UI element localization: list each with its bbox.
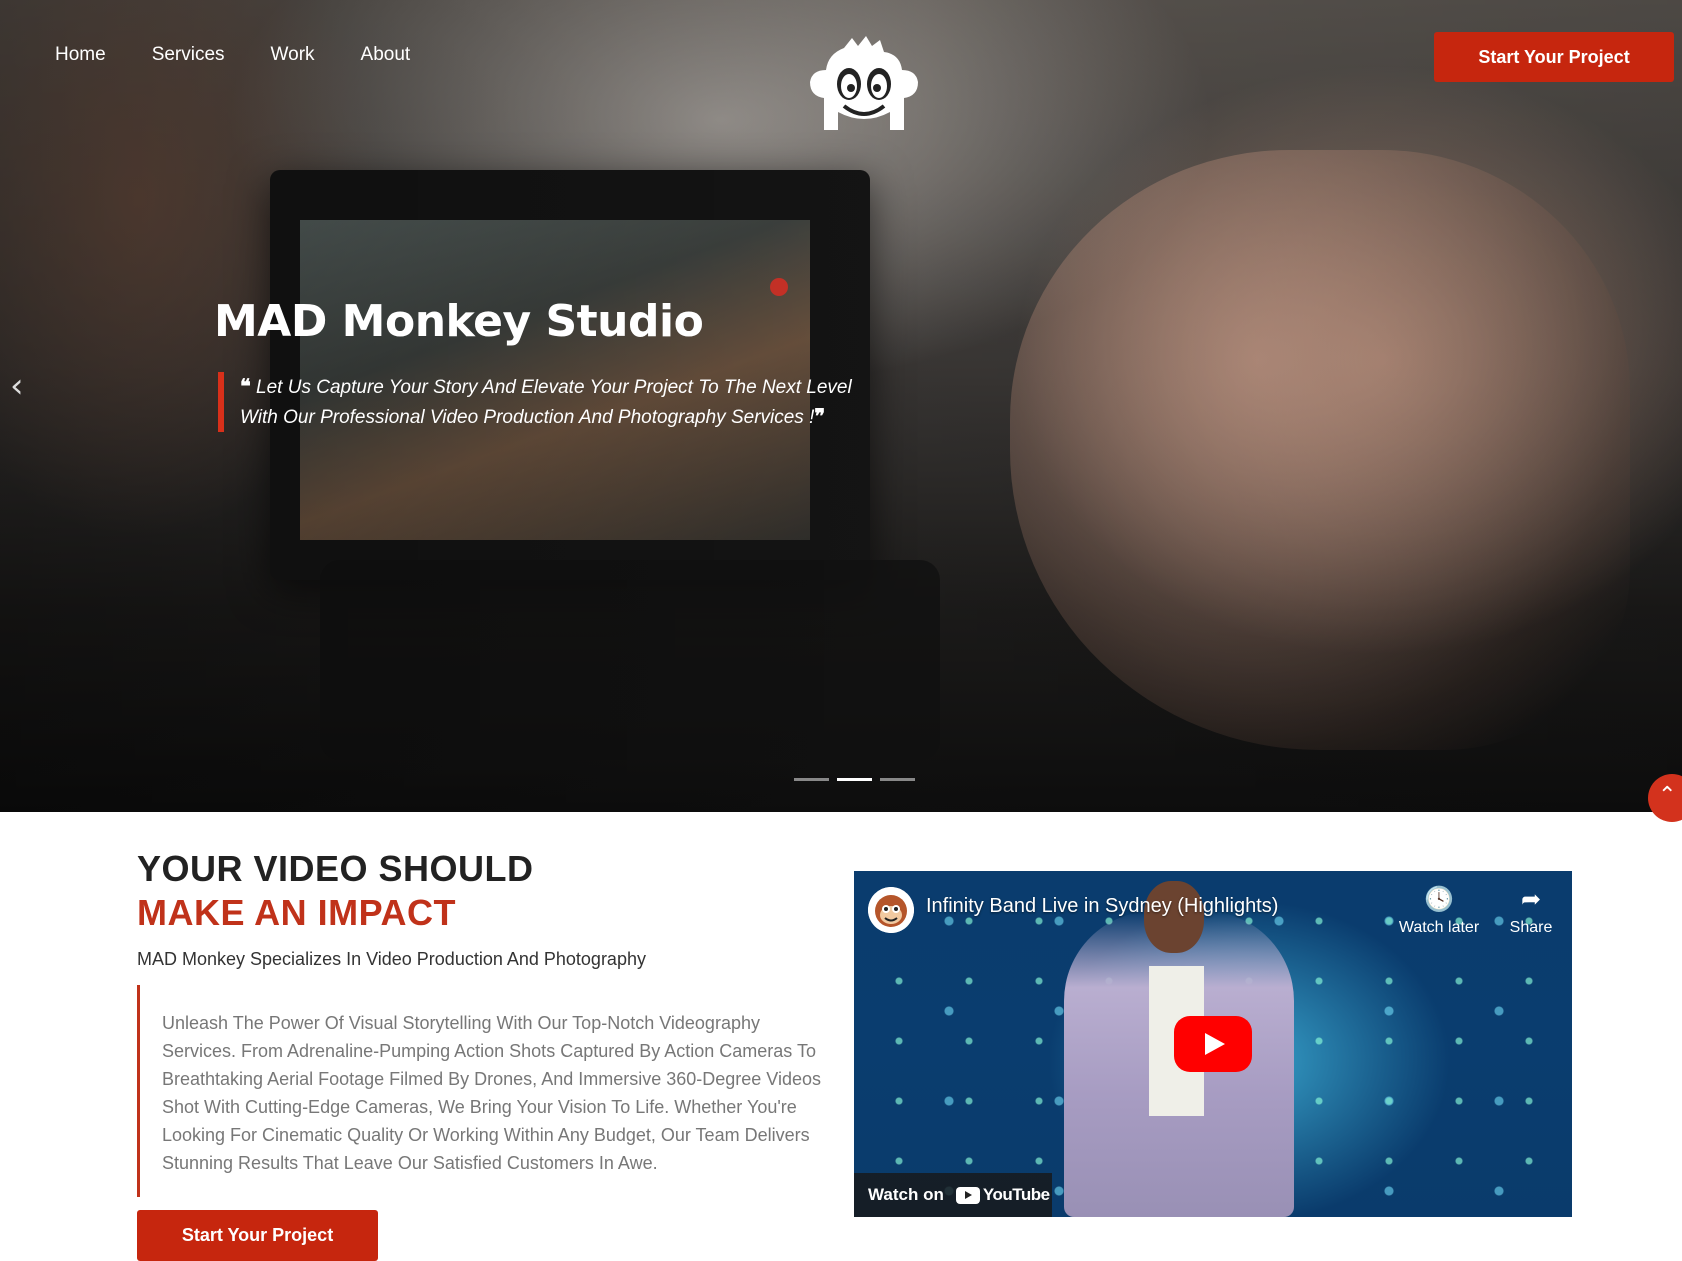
watch-on-label: Watch on <box>868 1185 944 1204</box>
channel-avatar[interactable] <box>868 887 914 933</box>
nav-work-link[interactable]: Work <box>271 44 315 66</box>
youtube-play-box-icon <box>955 1186 980 1204</box>
close-quote-icon: ❞ <box>814 404 826 428</box>
hero-title: MAD Monkey Studio <box>214 296 704 347</box>
slider-dot-2[interactable] <box>837 778 872 781</box>
share-label: Share <box>1509 919 1553 936</box>
slider-indicators <box>794 778 915 781</box>
youtube-logo-icon: YouTube <box>955 1185 1050 1205</box>
main-nav: Home Services Work About <box>55 44 410 66</box>
hero-quote-line2: With Our Professional Video Production A… <box>240 407 815 428</box>
intro-start-project-button[interactable]: Start Your Project <box>137 1210 378 1261</box>
hero-quote: ❝ Let Us Capture Your Story And Elevate … <box>218 372 858 432</box>
watch-later-button[interactable]: 🕓 Watch later <box>1394 885 1484 937</box>
nav-about-link[interactable]: About <box>361 44 411 66</box>
monkey-logo-icon[interactable] <box>804 34 924 134</box>
youtube-wordmark: YouTube <box>982 1185 1050 1204</box>
scroll-to-top-icon[interactable]: ⌃ <box>1648 774 1682 822</box>
intro-description-block: Unleash The Power Of Visual Storytelling… <box>137 985 837 1197</box>
open-quote-icon: ❝ <box>240 374 251 398</box>
channel-monkey-icon <box>868 887 914 933</box>
hero-slider: Home Services Work About Start Your Proj… <box>0 0 1682 812</box>
watch-on-youtube-link[interactable]: Watch on YouTube <box>854 1173 1052 1217</box>
intro-heading-line1: YOUR VIDEO SHOULD <box>137 848 534 889</box>
video-title[interactable]: Infinity Band Live in Sydney (Highlights… <box>926 895 1278 918</box>
share-icon: ➦ <box>1520 886 1542 913</box>
youtube-embed[interactable]: Infinity Band Live in Sydney (Highlights… <box>854 871 1572 1217</box>
play-button[interactable] <box>1174 1016 1252 1072</box>
intro-heading-line2: MAKE AN IMPACT <box>137 892 456 933</box>
share-button[interactable]: ➦ Share <box>1486 885 1572 937</box>
nav-home-link[interactable]: Home <box>55 44 106 66</box>
slider-prev-arrow-icon[interactable]: ‹ <box>10 366 40 406</box>
slider-dot-1[interactable] <box>794 778 829 781</box>
watch-later-label: Watch later <box>1398 919 1480 936</box>
intro-description: Unleash The Power Of Visual Storytelling… <box>162 1013 822 1173</box>
nav-services-link[interactable]: Services <box>152 44 225 66</box>
header-start-project-button[interactable]: Start Your Project <box>1434 32 1674 82</box>
slider-dot-3[interactable] <box>880 778 915 781</box>
clock-icon: 🕓 <box>1424 886 1454 913</box>
hero-quote-line1: Let Us Capture Your Story And Elevate Yo… <box>256 377 852 398</box>
intro-subheading: MAD Monkey Specializes In Video Producti… <box>137 949 646 969</box>
